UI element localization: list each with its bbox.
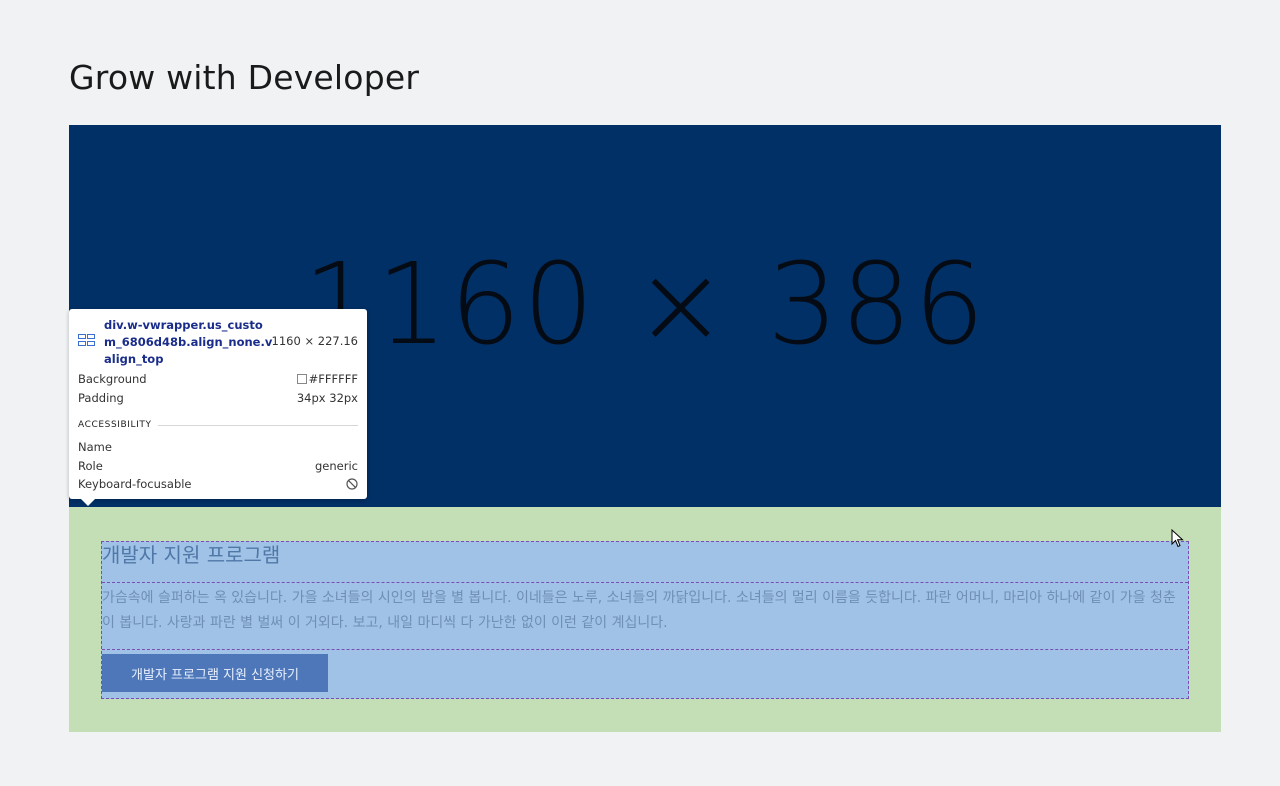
flex-container-icon (78, 334, 95, 346)
padding-label: Padding (78, 391, 124, 405)
background-value: #FFFFFF (308, 372, 358, 386)
focusable-row: Keyboard-focusable (78, 477, 358, 491)
accessibility-label: ACCESSIBILITY (78, 420, 152, 430)
divider (157, 424, 358, 426)
mouse-cursor-icon (1171, 529, 1184, 548)
padding-value: 34px 32px (296, 391, 358, 405)
accessibility-section-header: ACCESSIBILITY (78, 420, 358, 430)
placeholder-dimensions-text: 1160 × 386 (303, 240, 987, 370)
section-heading: 개발자 지원 프로그램 (102, 543, 281, 567)
background-label: Background (78, 372, 147, 386)
role-label: Role (78, 459, 103, 473)
not-allowed-icon (346, 478, 358, 490)
background-value-group: #FFFFFF (296, 372, 358, 386)
button-row: 개발자 프로그램 지원 신청하기 (102, 650, 1188, 698)
section-body-text: 가슴속에 슬퍼하는 옥 있습니다. 가을 소녀들의 시인의 밤을 별 봅니다. … (102, 590, 1176, 631)
page-title: Grow with Developer (69, 58, 420, 97)
color-swatch-icon (296, 374, 307, 384)
text-row: 가슴속에 슬퍼하는 옥 있습니다. 가을 소녀들의 시인의 밤을 별 봅니다. … (102, 583, 1188, 650)
vwrapper-container: 개발자 지원 프로그램 가슴속에 슬퍼하는 옥 있습니다. 가을 소녀들의 시인… (69, 507, 1221, 732)
role-row: Role generic (78, 459, 358, 473)
devtools-inspect-tooltip: div.w-vwrapper.us_custom_6806d48b.align_… (69, 309, 367, 506)
element-selector: div.w-vwrapper.us_custom_6806d48b.align_… (104, 318, 273, 366)
apply-program-button[interactable]: 개발자 프로그램 지원 신청하기 (102, 654, 328, 692)
name-label: Name (78, 440, 112, 454)
vwrapper-content: 개발자 지원 프로그램 가슴속에 슬퍼하는 옥 있습니다. 가을 소녀들의 시인… (101, 541, 1189, 699)
focusable-label: Keyboard-focusable (78, 477, 192, 491)
role-value: generic (315, 459, 358, 473)
background-row: Background #FFFFFF (78, 372, 358, 386)
name-row: Name (78, 440, 358, 454)
tooltip-arrow (81, 499, 95, 506)
element-size: 1160 × 227.16 (271, 334, 358, 348)
heading-row: 개발자 지원 프로그램 (102, 542, 1188, 583)
padding-row: Padding 34px 32px (78, 391, 358, 405)
